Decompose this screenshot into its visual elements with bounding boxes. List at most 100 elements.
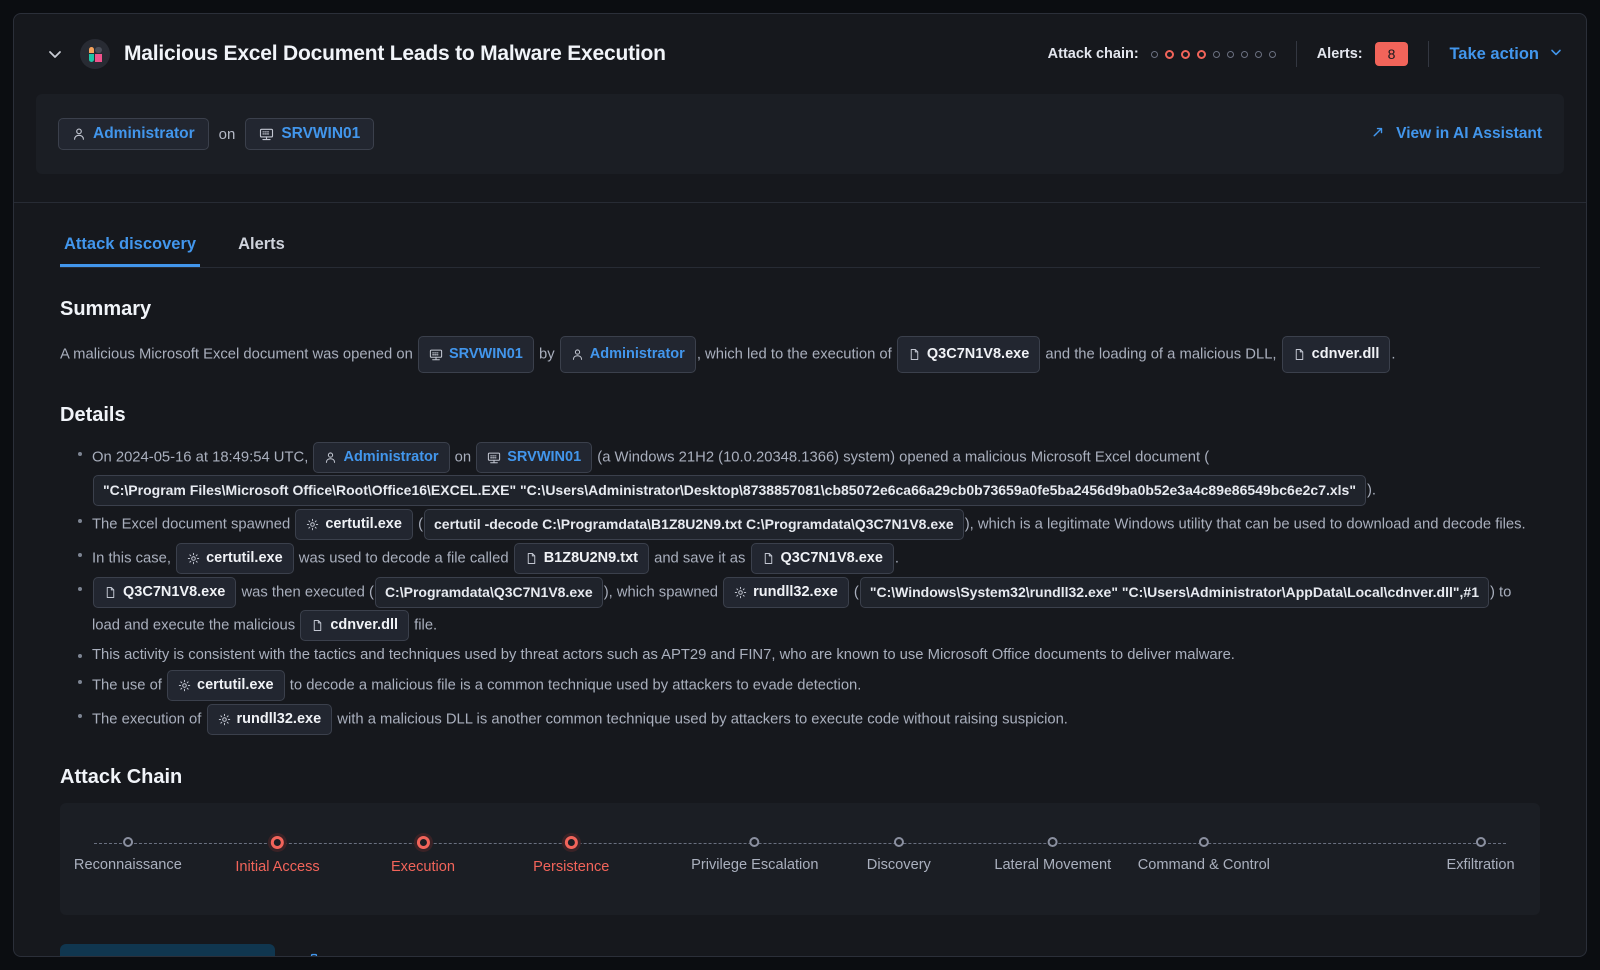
stage-dot-active-icon [271, 836, 285, 849]
timeline-stop-execution[interactable]: Execution [391, 836, 455, 875]
process-chip-label: rundll32.exe [753, 584, 838, 600]
file-chip[interactable]: Q3C7N1V8.exe [93, 577, 237, 608]
stage-label: Initial Access [235, 859, 320, 875]
detail-text: ), which is a legitimate Windows utility… [964, 516, 1526, 533]
user-chip-label: Administrator [93, 125, 195, 142]
command-chip[interactable]: "C:\Program Files\Microsoft Office\Root\… [93, 475, 1366, 506]
divider [1295, 41, 1297, 67]
user-icon [72, 127, 86, 141]
user-chip-label: Administrator [343, 449, 439, 465]
file-icon [1293, 348, 1306, 361]
chain-dot [1268, 50, 1276, 58]
detail-text: and save it as [654, 550, 746, 567]
file-icon [104, 586, 117, 599]
details-heading: Details [60, 404, 126, 426]
detail-text: on [454, 449, 472, 466]
file-chip-label: Q3C7N1V8.exe [780, 550, 883, 566]
process-chip-label: rundll32.exe [236, 711, 322, 727]
path-chip[interactable]: C:\Programdata\Q3C7N1V8.exe [374, 577, 603, 608]
chain-dot [1240, 50, 1248, 58]
command-chip[interactable]: certutil -decode C:\Programdata\B1Z8U2N9… [424, 509, 964, 540]
process-chip[interactable]: certutil.exe [295, 509, 413, 540]
stage-dot-icon [749, 837, 760, 847]
header-meta: Attack chain: Alerts: 8 Take action [1048, 41, 1564, 67]
stage-label: Reconnaissance [73, 857, 182, 873]
host-chip[interactable]: SRVWIN01 [245, 118, 375, 150]
chevron-down-icon[interactable] [44, 43, 66, 65]
detail-text: (a Windows 21H2 (10.0.20348.1366) system… [597, 449, 1210, 466]
tab-attack-discovery[interactable]: Attack discovery [60, 229, 200, 267]
dll-chip[interactable]: cdnver.dll [300, 610, 410, 641]
footer-actions: View in AI Assistant Investigate in Time… [60, 941, 1540, 956]
list-item: On 2024-05-16 at 18:49:54 UTC, Administr… [78, 441, 1540, 507]
attack-chain-timeline: Reconnaissance Initial Access Execution [60, 803, 1540, 915]
chevron-down-icon [1548, 44, 1564, 65]
detail-text: ), which spawned [603, 584, 719, 601]
list-item: The execution of rundll32.exe with a mal… [78, 703, 1540, 736]
process-chip[interactable]: certutil.exe [176, 543, 294, 574]
timeline-icon [305, 953, 323, 956]
detail-text: file. [414, 617, 438, 634]
external-link-icon [1370, 124, 1386, 145]
stage-label: Lateral Movement [994, 857, 1112, 873]
user-chip[interactable]: Administrator [313, 442, 450, 473]
stage-label: Persistence [533, 859, 610, 875]
host-chip[interactable]: SRVWIN01 [417, 336, 534, 373]
file-chip[interactable]: B1Z8U2N9.txt [513, 543, 649, 574]
dll-chip[interactable]: cdnver.dll [1281, 336, 1391, 373]
file-chip-label: Q3C7N1V8.exe [926, 346, 1030, 362]
divider [1428, 41, 1430, 67]
stage-dot-icon [1475, 837, 1486, 847]
alerts-count-badge[interactable]: 8 [1374, 42, 1409, 66]
gear-icon [218, 713, 231, 726]
user-chip[interactable]: Administrator [559, 336, 696, 373]
stage-label: Command & Control [1137, 857, 1270, 873]
process-chip[interactable]: rundll32.exe [723, 577, 849, 608]
user-chip[interactable]: Administrator [58, 118, 209, 150]
detail-text: The Excel document spawned [92, 516, 291, 533]
file-chip[interactable]: Q3C7N1V8.exe [896, 336, 1041, 373]
file-icon [525, 552, 538, 565]
view-in-ai-assistant-label: View in AI Assistant [1396, 125, 1542, 142]
process-chip[interactable]: rundll32.exe [206, 704, 333, 735]
timeline-stop-initial-access[interactable]: Initial Access [235, 836, 320, 875]
host-icon [429, 348, 443, 362]
view-in-ai-assistant-button[interactable]: View in AI Assistant [60, 943, 275, 956]
take-action-button[interactable]: Take action [1449, 44, 1564, 65]
detail-text: ). [1366, 482, 1377, 499]
gear-icon [734, 586, 747, 599]
timeline-stop-reconnaissance[interactable]: Reconnaissance [74, 837, 182, 873]
host-chip-label: SRVWIN01 [448, 346, 523, 362]
host-chip-label: SRVWIN01 [507, 449, 582, 465]
timeline-stop-persistence[interactable]: Persistence [533, 836, 610, 875]
user-icon [324, 451, 337, 464]
elastic-logo-icon [78, 955, 94, 956]
timeline-stop-discovery[interactable]: Discovery [867, 837, 931, 873]
file-icon [762, 552, 775, 565]
chain-dot-active [1180, 49, 1190, 59]
connector-text: on [218, 125, 236, 143]
investigate-in-timeline-button[interactable]: Investigate in Timeline [293, 941, 513, 956]
detail-text: ( [853, 584, 859, 601]
host-chip[interactable]: SRVWIN01 [476, 442, 593, 473]
user-icon [571, 348, 584, 361]
file-chip-label: Q3C7N1V8.exe [123, 584, 226, 600]
alerts-label: Alerts: [1316, 46, 1363, 62]
timeline-stop-exfiltration[interactable]: Exfiltration [1447, 837, 1515, 873]
chain-dot-active [1164, 49, 1174, 59]
file-chip[interactable]: Q3C7N1V8.exe [750, 543, 894, 574]
detail-text: ( [418, 516, 423, 533]
app-root: Malicious Excel Document Leads to Malwar… [0, 0, 1600, 970]
timeline-stop-lateral-movement[interactable]: Lateral Movement [994, 837, 1111, 873]
command-chip[interactable]: "C:\Windows\System32\rundll32.exe" "C:\U… [859, 577, 1489, 608]
view-in-ai-assistant-link[interactable]: View in AI Assistant [1370, 124, 1542, 145]
card-header: Malicious Excel Document Leads to Malwar… [14, 14, 1586, 94]
timeline-stop-command-control[interactable]: Command & Control [1138, 837, 1270, 873]
details-list: On 2024-05-16 at 18:49:54 UTC, Administr… [60, 441, 1540, 736]
stage-dot-icon [1047, 837, 1058, 847]
detail-text: The execution of [92, 711, 202, 728]
tab-alerts[interactable]: Alerts [234, 229, 289, 267]
process-chip[interactable]: certutil.exe [167, 670, 285, 701]
summary-text-5: . [1391, 346, 1396, 363]
timeline-stop-privilege-escalation[interactable]: Privilege Escalation [691, 837, 818, 873]
